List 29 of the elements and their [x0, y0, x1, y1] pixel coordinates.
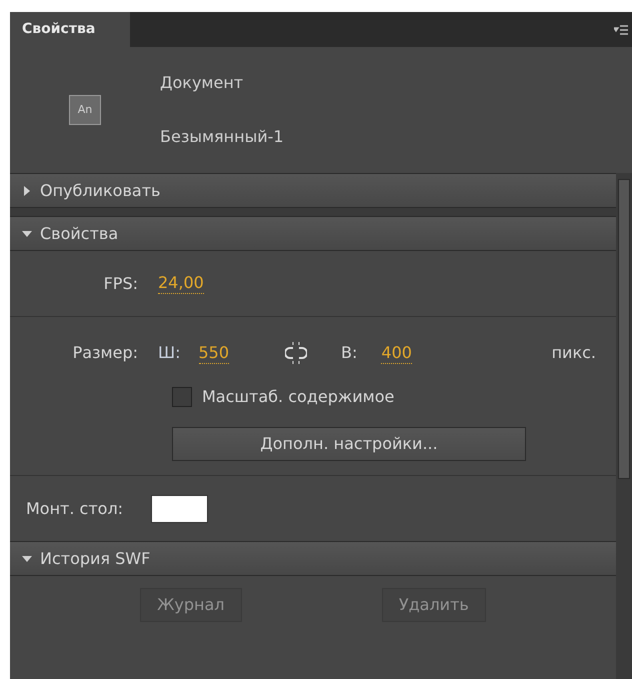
- panel-menu-icon[interactable]: [614, 24, 628, 34]
- value-field[interactable]: 400: [381, 342, 412, 364]
- fps-label: FPS:: [102, 272, 139, 294]
- section-header[interactable]: Опубликовать: [10, 173, 616, 208]
- section-header[interactable]: История SWF: [10, 541, 616, 576]
- value-field[interactable]: 550: [198, 342, 230, 364]
- size-label: Размер:: [72, 342, 139, 364]
- section-header[interactable]: Свойства: [10, 216, 616, 251]
- document-name: Безымянный-1: [160, 126, 284, 148]
- section-title: Опубликовать: [40, 180, 160, 202]
- scrollbar[interactable]: [616, 173, 632, 679]
- document-type: Документ: [160, 72, 244, 94]
- checkbox-label: Масштаб. содержимое: [202, 386, 394, 408]
- section-title: История SWF: [40, 548, 150, 570]
- document-icon: An: [69, 95, 101, 125]
- scale-checkbox[interactable]: [172, 387, 192, 407]
- advanced-settings-button[interactable]: Дополн. настройки...: [172, 427, 526, 461]
- chain-link-icon[interactable]: [285, 340, 308, 366]
- expanded-triangle-icon: [22, 554, 32, 564]
- height-label: В:: [341, 342, 358, 364]
- value-field[interactable]: 24,00: [158, 273, 204, 294]
- width-label: Ш:: [158, 342, 180, 364]
- stage-color-swatch[interactable]: [151, 494, 208, 522]
- stage-label: Монт. стол:: [26, 498, 124, 520]
- section-title: Свойства: [40, 222, 118, 244]
- collapsed-triangle-icon: [22, 186, 32, 196]
- unit-label: пикс.: [552, 342, 596, 364]
- panel-tab[interactable]: Свойства: [10, 12, 130, 47]
- expanded-triangle-icon: [22, 228, 32, 238]
